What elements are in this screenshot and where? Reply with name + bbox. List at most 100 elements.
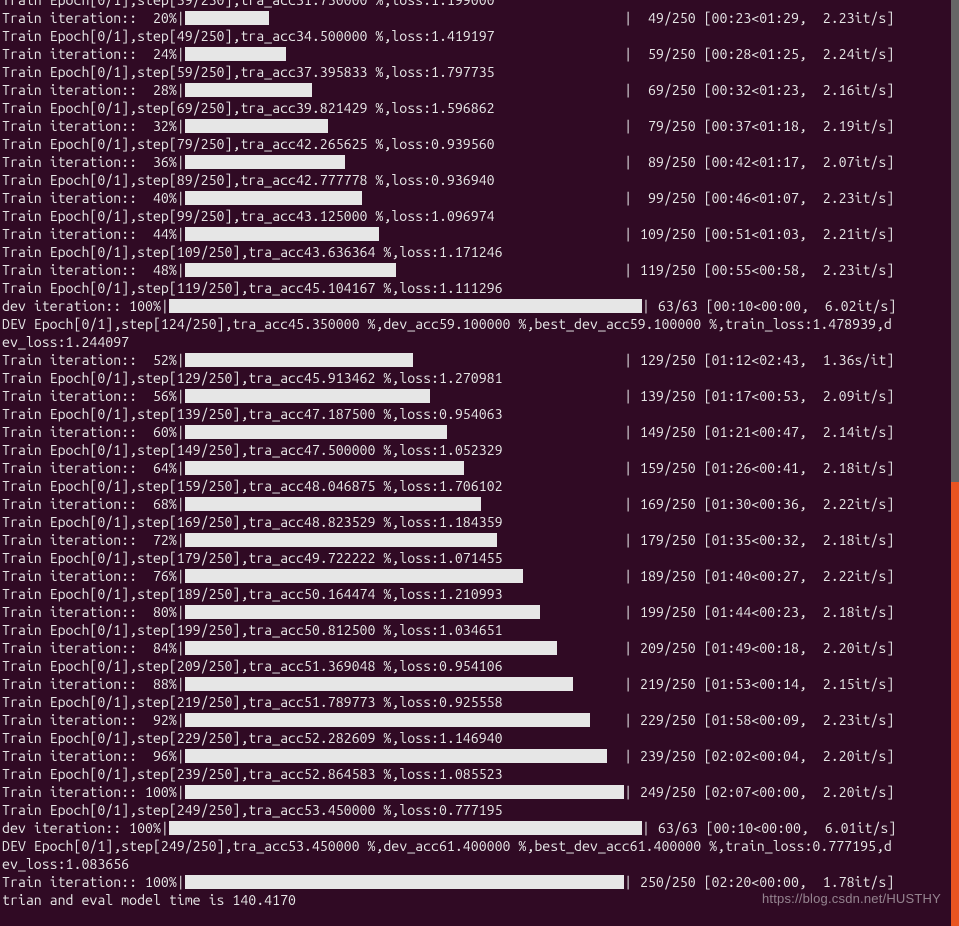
- progress-bar: [185, 567, 624, 585]
- progress-empty: [557, 641, 625, 655]
- log-line: Train Epoch[0/1],step[129/250],tra_acc45…: [2, 369, 957, 387]
- progress-empty: [497, 533, 624, 547]
- log-line: Train Epoch[0/1],step[209/250],tra_acc51…: [2, 657, 957, 675]
- scrollbar-thumb[interactable]: [951, 482, 959, 926]
- progress-label: Train iteration:: 96%|: [2, 747, 185, 765]
- progress-label: Train iteration:: 24%|: [2, 45, 185, 63]
- progress-line: Train iteration:: 80%|| 199/250 [01:44<0…: [2, 603, 957, 621]
- progress-empty: [379, 227, 624, 241]
- progress-line: Train iteration:: 64%|| 159/250 [01:26<0…: [2, 459, 957, 477]
- progress-stats: | 250/250 [02:20<00:00, 1.78it/s]: [624, 873, 894, 891]
- progress-bar: [185, 531, 624, 549]
- progress-line: Train iteration:: 24%| | 59/250 [00:28<01…: [2, 45, 957, 63]
- terminal-window[interactable]: Train Epoch[0/1],step[39/250],tra_acc31.…: [0, 0, 959, 926]
- progress-label: Train iteration:: 48%|: [2, 261, 185, 279]
- progress-bar: [185, 351, 624, 369]
- progress-stats: | 89/250 [00:42<01:17, 2.07it/s]: [624, 153, 894, 171]
- progress-label: Train iteration:: 92%|: [2, 711, 185, 729]
- progress-empty: [328, 119, 624, 133]
- progress-empty: [312, 83, 625, 97]
- log-line: ev_loss:1.083656: [2, 855, 957, 873]
- progress-label: Train iteration:: 52%|: [2, 351, 185, 369]
- progress-empty: [481, 497, 625, 511]
- progress-bar: [185, 873, 624, 891]
- progress-line: Train iteration:: 36%| | 89/250 [00:42<01…: [2, 153, 957, 171]
- progress-fill: [185, 785, 624, 799]
- progress-label: Train iteration:: 44%|: [2, 225, 185, 243]
- progress-bar: [185, 711, 624, 729]
- progress-stats: | 129/250 [01:12<02:43, 1.36s/it]: [624, 351, 894, 369]
- progress-empty: [447, 425, 624, 439]
- progress-fill: [185, 191, 362, 205]
- progress-line: Train iteration:: 32%|| 79/250 [00:37<01…: [2, 117, 957, 135]
- progress-stats: | 79/250 [00:37<01:18, 2.19it/s]: [624, 117, 894, 135]
- progress-label: Train iteration:: 56%|: [2, 387, 185, 405]
- log-line: DEV Epoch[0/1],step[124/250],tra_acc45.3…: [2, 315, 957, 333]
- log-line: Train Epoch[0/1],step[229/250],tra_acc52…: [2, 729, 957, 747]
- log-line: Train Epoch[0/1],step[69/250],tra_acc39.…: [2, 99, 957, 117]
- progress-fill: [185, 227, 379, 241]
- progress-bar: [185, 261, 624, 279]
- progress-label: Train iteration:: 20%|: [2, 9, 185, 27]
- progress-line: Train iteration:: 100%|| 250/250 [02:20<…: [2, 873, 957, 891]
- shell-prompt-line[interactable]: veilytech@veilytech-Super-Server:/media/…: [2, 909, 957, 926]
- log-line: Train Epoch[0/1],step[119/250],tra_acc45…: [2, 279, 957, 297]
- progress-fill: [185, 119, 329, 133]
- log-line: Train Epoch[0/1],step[199/250],tra_acc50…: [2, 621, 957, 639]
- progress-bar: [185, 81, 624, 99]
- progress-empty: [396, 263, 624, 277]
- log-line: Train Epoch[0/1],step[109/250],tra_acc43…: [2, 243, 957, 261]
- progress-line: Train iteration:: 48%|| 119/250 [00:55<0…: [2, 261, 957, 279]
- progress-empty: [607, 749, 624, 763]
- log-line: Train Epoch[0/1],step[139/250],tra_acc47…: [2, 405, 957, 423]
- progress-stats: | 99/250 [00:46<01:07, 2.23it/s]: [624, 189, 894, 207]
- log-line: Train Epoch[0/1],step[249/250],tra_acc53…: [2, 801, 957, 819]
- progress-line: Train iteration:: 92%|| 229/250 [01:58<0…: [2, 711, 957, 729]
- progress-line: Train iteration:: 56%|| 139/250 [01:17<0…: [2, 387, 957, 405]
- progress-label: Train iteration:: 68%|: [2, 495, 185, 513]
- progress-label: dev iteration:: 100%|: [2, 297, 169, 315]
- progress-fill: [185, 461, 464, 475]
- progress-stats: | 63/63 [00:10<00:00, 6.02it/s]: [642, 297, 896, 315]
- progress-bar: [185, 459, 624, 477]
- progress-stats: | 59/250 [00:28<01:25, 2.24it/s]: [624, 45, 894, 63]
- progress-label: Train iteration:: 36%|: [2, 153, 185, 171]
- progress-bar: [185, 495, 624, 513]
- progress-line: Train iteration:: 84%|| 209/250 [01:49<0…: [2, 639, 957, 657]
- progress-fill: [185, 425, 447, 439]
- log-line: ev_loss:1.244097: [2, 333, 957, 351]
- progress-line: Train iteration:: 20%| | 49/250 [00:23<01…: [2, 9, 957, 27]
- log-line: Train Epoch[0/1],step[179/250],tra_acc49…: [2, 549, 957, 567]
- progress-line: Train iteration:: 76%| | 189/250 [01:40<0…: [2, 567, 957, 585]
- progress-fill: [185, 713, 591, 727]
- progress-label: Train iteration:: 76%|: [2, 567, 185, 585]
- progress-stats: | 159/250 [01:26<00:41, 2.18it/s]: [624, 459, 894, 477]
- progress-fill: [185, 155, 346, 169]
- progress-label: Train iteration:: 28%|: [2, 81, 185, 99]
- progress-bar: [185, 387, 624, 405]
- log-line: Train Epoch[0/1],step[169/250],tra_acc48…: [2, 513, 957, 531]
- progress-bar: [185, 603, 624, 621]
- watermark-text: https://blog.csdn.net/HUSTHY: [762, 890, 941, 908]
- scrollbar-track[interactable]: [951, 0, 959, 926]
- progress-bar: [185, 45, 624, 63]
- log-line: Train Epoch[0/1],step[159/250],tra_acc48…: [2, 477, 957, 495]
- progress-stats: | 189/250 [01:40<00:27, 2.22it/s]: [624, 567, 894, 585]
- progress-stats: | 109/250 [00:51<01:03, 2.21it/s]: [624, 225, 894, 243]
- progress-stats: | 49/250 [00:23<01:29, 2.23it/s]: [624, 9, 894, 27]
- progress-fill: [185, 641, 557, 655]
- progress-empty: [286, 47, 624, 61]
- progress-label: Train iteration:: 80%|: [2, 603, 185, 621]
- progress-bar: [185, 225, 624, 243]
- progress-fill: [185, 11, 270, 25]
- progress-label: Train iteration:: 60%|: [2, 423, 185, 441]
- progress-label: Train iteration:: 40%|: [2, 189, 185, 207]
- progress-line: Train iteration:: 72%|| 179/250 [01:35<0…: [2, 531, 957, 549]
- progress-empty: [540, 605, 625, 619]
- progress-fill: [185, 533, 498, 547]
- progress-line: Train iteration:: 52%| | 129/250 [01:12<0…: [2, 351, 957, 369]
- progress-empty: [590, 713, 624, 727]
- log-line: Train Epoch[0/1],step[189/250],tra_acc50…: [2, 585, 957, 603]
- progress-empty: [573, 677, 624, 691]
- progress-bar: [185, 153, 624, 171]
